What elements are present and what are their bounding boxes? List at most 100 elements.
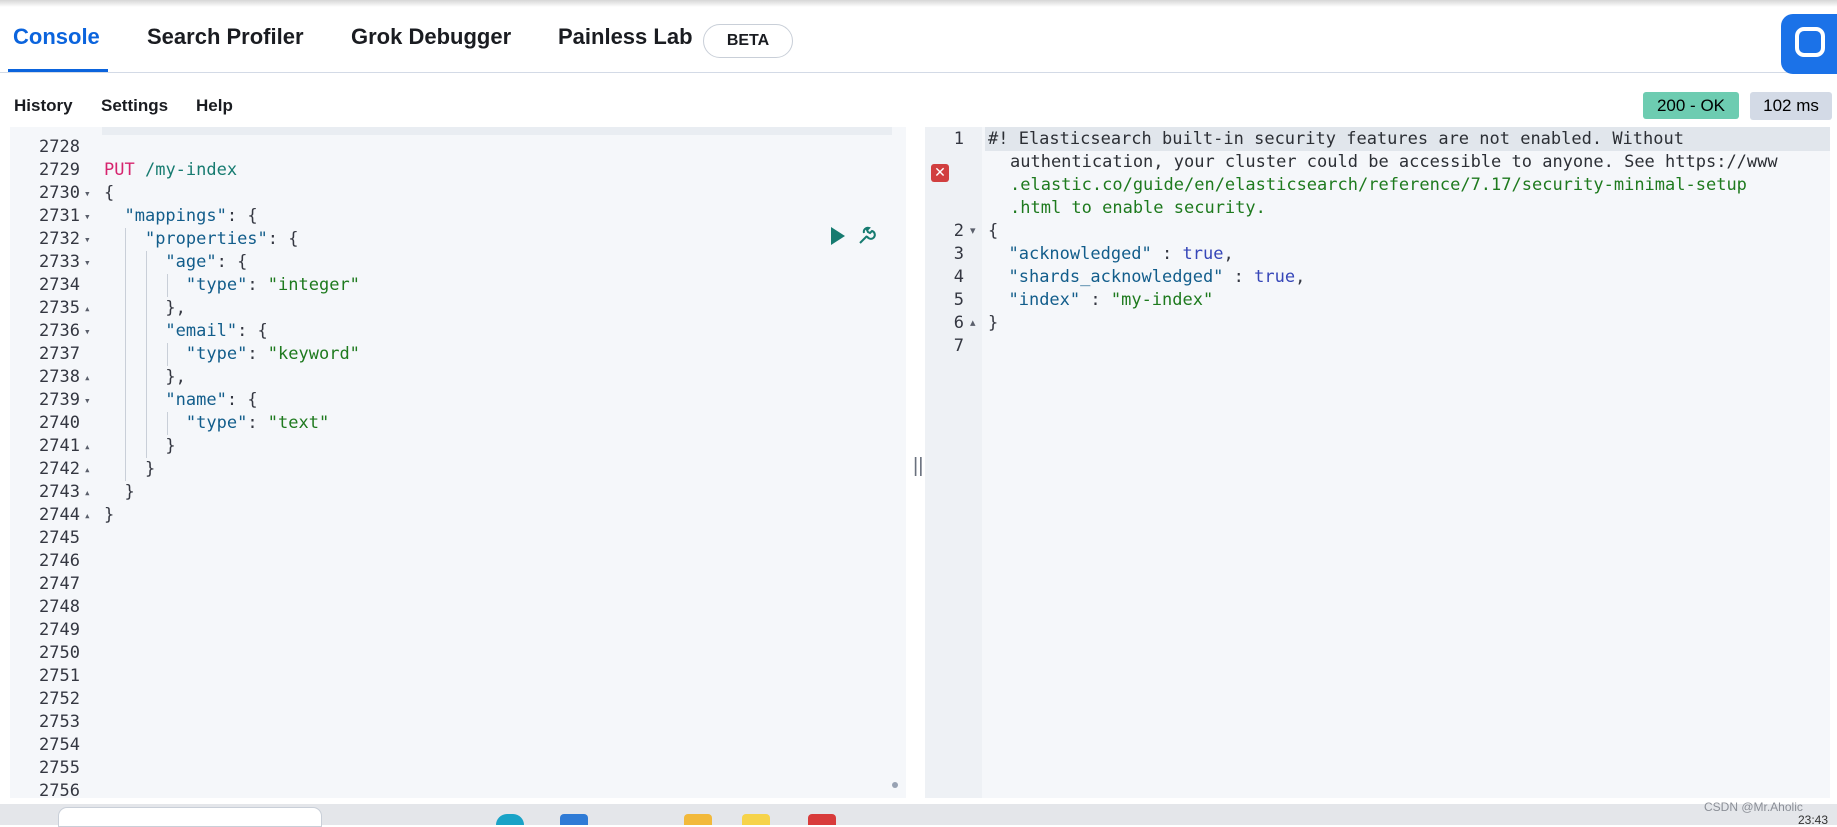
taskbar-app-icon[interactable] xyxy=(808,814,836,825)
indent-guide xyxy=(146,251,147,458)
request-line: } xyxy=(104,459,156,479)
line-number: 2747 xyxy=(39,574,80,594)
line-number: 7 xyxy=(953,336,964,356)
line-number: 3 xyxy=(953,244,964,264)
line-number: 2729 xyxy=(39,160,80,180)
indent-guide xyxy=(167,343,168,366)
line-number: 2751 xyxy=(39,666,80,686)
request-line: "mappings": { xyxy=(124,206,258,226)
tab-console[interactable]: Console xyxy=(13,24,100,50)
unfold-arrow-icon[interactable]: ▴ xyxy=(970,312,976,335)
line-number: 2754 xyxy=(39,735,80,755)
response-line: "acknowledged" : true, xyxy=(1008,244,1234,264)
line-number: 2748 xyxy=(39,597,80,617)
browser-icon[interactable] xyxy=(496,814,524,825)
tabs-divider xyxy=(0,72,1837,73)
wrench-icon[interactable] xyxy=(856,225,878,247)
response-editor xyxy=(925,127,1830,798)
dev-tools-tabs: Console Search Profiler Grok Debugger Pa… xyxy=(0,14,1837,72)
response-line: { xyxy=(988,221,999,241)
fold-arrow-icon[interactable]: ▾ xyxy=(84,182,91,205)
request-line: "properties": { xyxy=(144,229,299,249)
request-line: "email": { xyxy=(165,321,268,341)
app-launcher-icon[interactable] xyxy=(1781,14,1837,74)
indent-guide xyxy=(167,412,168,435)
beta-badge: BETA xyxy=(703,24,793,58)
line-number: 2736 xyxy=(39,321,80,341)
panel-resize-handle[interactable]: || xyxy=(913,455,923,478)
line-number: 4 xyxy=(953,267,964,287)
request-time-badge: 102 ms xyxy=(1750,92,1832,120)
status-badge: 200 - OK xyxy=(1643,92,1739,119)
settings-link[interactable]: Settings xyxy=(101,96,168,116)
tab-painless-lab[interactable]: Painless Lab xyxy=(558,24,693,50)
line-number: 5 xyxy=(953,290,964,310)
response-warning-line: authentication, your cluster could be ac… xyxy=(1010,152,1778,172)
request-line: } xyxy=(104,505,115,525)
taskbar-app-icon[interactable] xyxy=(560,814,588,825)
line-number: 2756 xyxy=(39,781,80,798)
error-icon: ✕ xyxy=(931,164,949,182)
indent-guide xyxy=(167,274,168,297)
request-line: }, xyxy=(104,367,186,387)
send-request-icon[interactable] xyxy=(831,227,845,245)
watermark: CSDN @Mr.Aholic xyxy=(1704,800,1803,814)
line-number: 2744 xyxy=(39,505,80,525)
line-number: 2753 xyxy=(39,712,80,732)
unfold-arrow-icon[interactable]: ▴ xyxy=(84,481,91,504)
fold-arrow-icon[interactable]: ▾ xyxy=(970,220,976,243)
request-line: "type": "integer" xyxy=(185,275,360,295)
line-number: 1 xyxy=(953,129,964,149)
fold-arrow-icon[interactable]: ▾ xyxy=(84,251,91,274)
window-top-edge xyxy=(0,0,1837,7)
taskbar-app-icon[interactable] xyxy=(742,814,770,825)
fold-arrow-icon[interactable]: ▾ xyxy=(84,205,91,228)
unfold-arrow-icon[interactable]: ▴ xyxy=(84,297,91,320)
response-warning-line: .elastic.co/guide/en/elasticsearch/refer… xyxy=(1010,175,1747,195)
line-number: 2742 xyxy=(39,459,80,479)
line-number: 2755 xyxy=(39,758,80,778)
line-number: 2740 xyxy=(39,413,80,433)
response-warning-line: #! Elasticsearch built-in security featu… xyxy=(988,129,1684,149)
fold-arrow-icon[interactable]: ▾ xyxy=(84,389,91,412)
line-number: 2735 xyxy=(39,298,80,318)
request-line: "type": "text" xyxy=(185,413,330,433)
taskbar-search-input[interactable] xyxy=(58,807,322,827)
response-line: "shards_acknowledged" : true, xyxy=(1008,267,1306,287)
line-number: 2728 xyxy=(39,137,80,157)
request-editor[interactable]: PUT /my-index { "mappings": { "propertie… xyxy=(10,127,906,798)
line-number: 2752 xyxy=(39,689,80,709)
unfold-arrow-icon[interactable]: ▴ xyxy=(84,366,91,389)
scroll-indicator xyxy=(892,782,898,788)
line-number: 2732 xyxy=(39,229,80,249)
request-line: } xyxy=(104,436,176,456)
history-link[interactable]: History xyxy=(14,96,73,116)
line-number: 2734 xyxy=(39,275,80,295)
request-line: "name": { xyxy=(165,390,258,410)
unfold-arrow-icon[interactable]: ▴ xyxy=(84,458,91,481)
request-line: } xyxy=(104,482,135,502)
line-number: 2738 xyxy=(39,367,80,387)
unfold-arrow-icon[interactable]: ▴ xyxy=(84,504,91,527)
line-number: 2731 xyxy=(39,206,80,226)
line-number: 2737 xyxy=(39,344,80,364)
line-number: 2739 xyxy=(39,390,80,410)
line-number: 2743 xyxy=(39,482,80,502)
line-number: 2730 xyxy=(39,183,80,203)
line-number: 2 xyxy=(953,221,964,241)
line-number: 2745 xyxy=(39,528,80,548)
line-number: 6 xyxy=(953,313,964,333)
fold-arrow-icon[interactable]: ▾ xyxy=(84,228,91,251)
folder-icon[interactable] xyxy=(684,814,712,825)
line-number: 2741 xyxy=(39,436,80,456)
tab-grok-debugger[interactable]: Grok Debugger xyxy=(351,24,511,50)
request-line: "type": "keyword" xyxy=(185,344,360,364)
help-link[interactable]: Help xyxy=(196,96,233,116)
fold-arrow-icon[interactable]: ▾ xyxy=(84,320,91,343)
request-line: { xyxy=(104,183,115,203)
line-number: 2750 xyxy=(39,643,80,663)
response-warning-line: .html to enable security. xyxy=(1010,198,1266,218)
request-line: }, xyxy=(104,298,186,318)
tab-search-profiler[interactable]: Search Profiler xyxy=(147,24,304,50)
unfold-arrow-icon[interactable]: ▴ xyxy=(84,435,91,458)
